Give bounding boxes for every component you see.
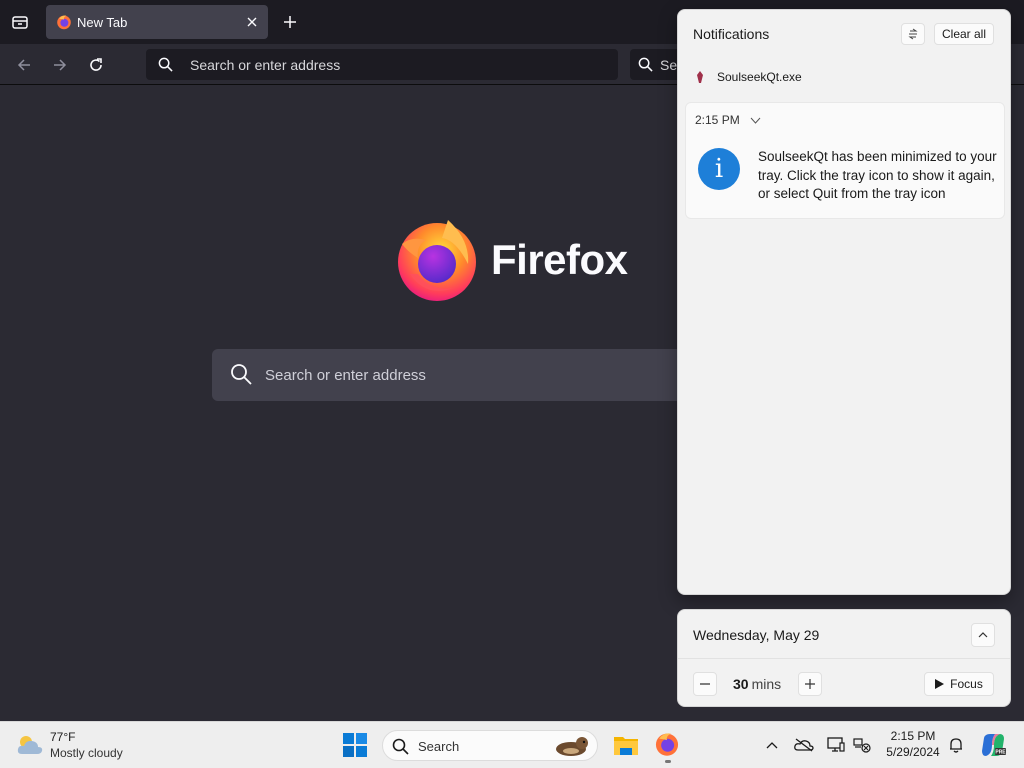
back-arrow-icon (17, 59, 30, 71)
tab-list-button[interactable] (8, 10, 32, 34)
display-tray-button[interactable] (826, 735, 846, 755)
focus-increase-button[interactable] (798, 672, 822, 696)
soulseek-app-icon (697, 71, 703, 83)
url-bar[interactable]: Search or enter address (146, 49, 618, 80)
onedrive-icon (794, 738, 814, 752)
url-bar-placeholder: Search or enter address (190, 57, 341, 73)
firefox-icon (57, 15, 71, 30)
svg-text:PRE: PRE (995, 750, 1006, 756)
plus-icon (805, 679, 815, 689)
reload-button[interactable] (84, 53, 108, 77)
search-icon (392, 738, 409, 755)
clock-date: 5/29/2024 (886, 745, 940, 759)
minus-icon (700, 683, 710, 685)
close-icon (247, 17, 257, 27)
firefox-wordmark: Firefox (491, 236, 628, 283)
calendar-collapse-button[interactable] (971, 623, 995, 647)
network-tray-button[interactable] (852, 735, 872, 755)
copilot-icon[interactable]: PRE (980, 732, 1006, 758)
play-icon (935, 679, 945, 689)
display-icon (827, 737, 845, 752)
chevron-up-icon (978, 632, 988, 638)
calendar-date: Wednesday, May 29 (693, 627, 820, 643)
toast-timestamp[interactable]: 2:15 PM (695, 113, 761, 127)
firefox-logo (398, 220, 476, 301)
calendar-panel: Wednesday, May 29 30 mins Focus (677, 609, 1011, 707)
focus-decrease-button[interactable] (693, 672, 717, 696)
info-icon: i (698, 148, 740, 190)
search-icon (231, 364, 252, 385)
search-highlight-otter-icon (556, 737, 588, 756)
taskbar-clock[interactable]: 2:15 PM 5/29/2024 (880, 728, 946, 760)
file-explorer-icon[interactable] (612, 731, 640, 759)
bell-icon (950, 738, 962, 753)
weather-cloud-icon (17, 736, 43, 754)
newtab-search-placeholder: Search or enter address (265, 367, 426, 384)
search-icon (158, 57, 173, 72)
weather-temperature: 77°F (50, 730, 76, 744)
plus-icon (284, 16, 296, 28)
notification-toast[interactable]: 2:15 PM i SoulseekQt has been minimized … (685, 102, 1005, 219)
notification-app-header: SoulseekQt.exe (696, 69, 802, 85)
clear-all-button[interactable]: Clear all (934, 23, 994, 45)
toast-time-text: 2:15 PM (695, 113, 740, 127)
divider (678, 658, 1010, 659)
taskbar: 77°F Mostly cloudy Search 2:15 PM 5/29/2… (0, 721, 1024, 768)
toast-message: SoulseekQt has been minimized to your tr… (758, 149, 997, 201)
tab-close-button[interactable] (244, 14, 260, 30)
reload-icon (90, 58, 102, 71)
do-not-disturb-icon (908, 28, 918, 40)
focus-duration-unit: mins (751, 676, 782, 692)
tab-title: New Tab (77, 15, 128, 30)
onedrive-tray-button[interactable] (794, 735, 814, 755)
notification-center: Notifications Clear all SoulseekQt.exe 2… (677, 9, 1011, 595)
firefox-icon (655, 733, 679, 756)
back-button[interactable] (12, 53, 36, 77)
network-icon (853, 738, 871, 753)
weather-condition: Mostly cloudy (50, 746, 123, 760)
taskbar-search[interactable]: Search (382, 730, 598, 761)
search-icon (638, 57, 653, 72)
new-tab-button[interactable] (280, 12, 300, 32)
show-hidden-icons-button[interactable] (762, 735, 782, 755)
notifications-tray-button[interactable] (946, 735, 966, 755)
tab-new-tab[interactable]: New Tab (46, 5, 268, 39)
focus-start-button[interactable]: Focus (924, 672, 994, 696)
focus-duration-number: 30 (733, 676, 749, 692)
clock-time: 2:15 PM (890, 729, 936, 743)
focus-duration: 30 mins (733, 676, 781, 692)
weather-widget[interactable]: 77°F Mostly cloudy (14, 728, 154, 762)
taskbar-firefox[interactable] (654, 731, 682, 763)
do-not-disturb-button[interactable] (901, 23, 925, 45)
notifications-heading: Notifications (693, 26, 770, 42)
running-indicator (665, 760, 671, 763)
chevron-down-icon (750, 117, 761, 124)
forward-arrow-icon (54, 59, 67, 71)
windows-start-icon[interactable] (342, 732, 368, 758)
forward-button[interactable] (48, 53, 72, 77)
taskbar-search-label: Search (418, 739, 460, 754)
focus-button-label: Focus (950, 677, 983, 691)
chevron-up-tray-icon (766, 741, 778, 748)
notification-app-name: SoulseekQt.exe (717, 70, 802, 84)
tab-list-icon (12, 16, 28, 29)
